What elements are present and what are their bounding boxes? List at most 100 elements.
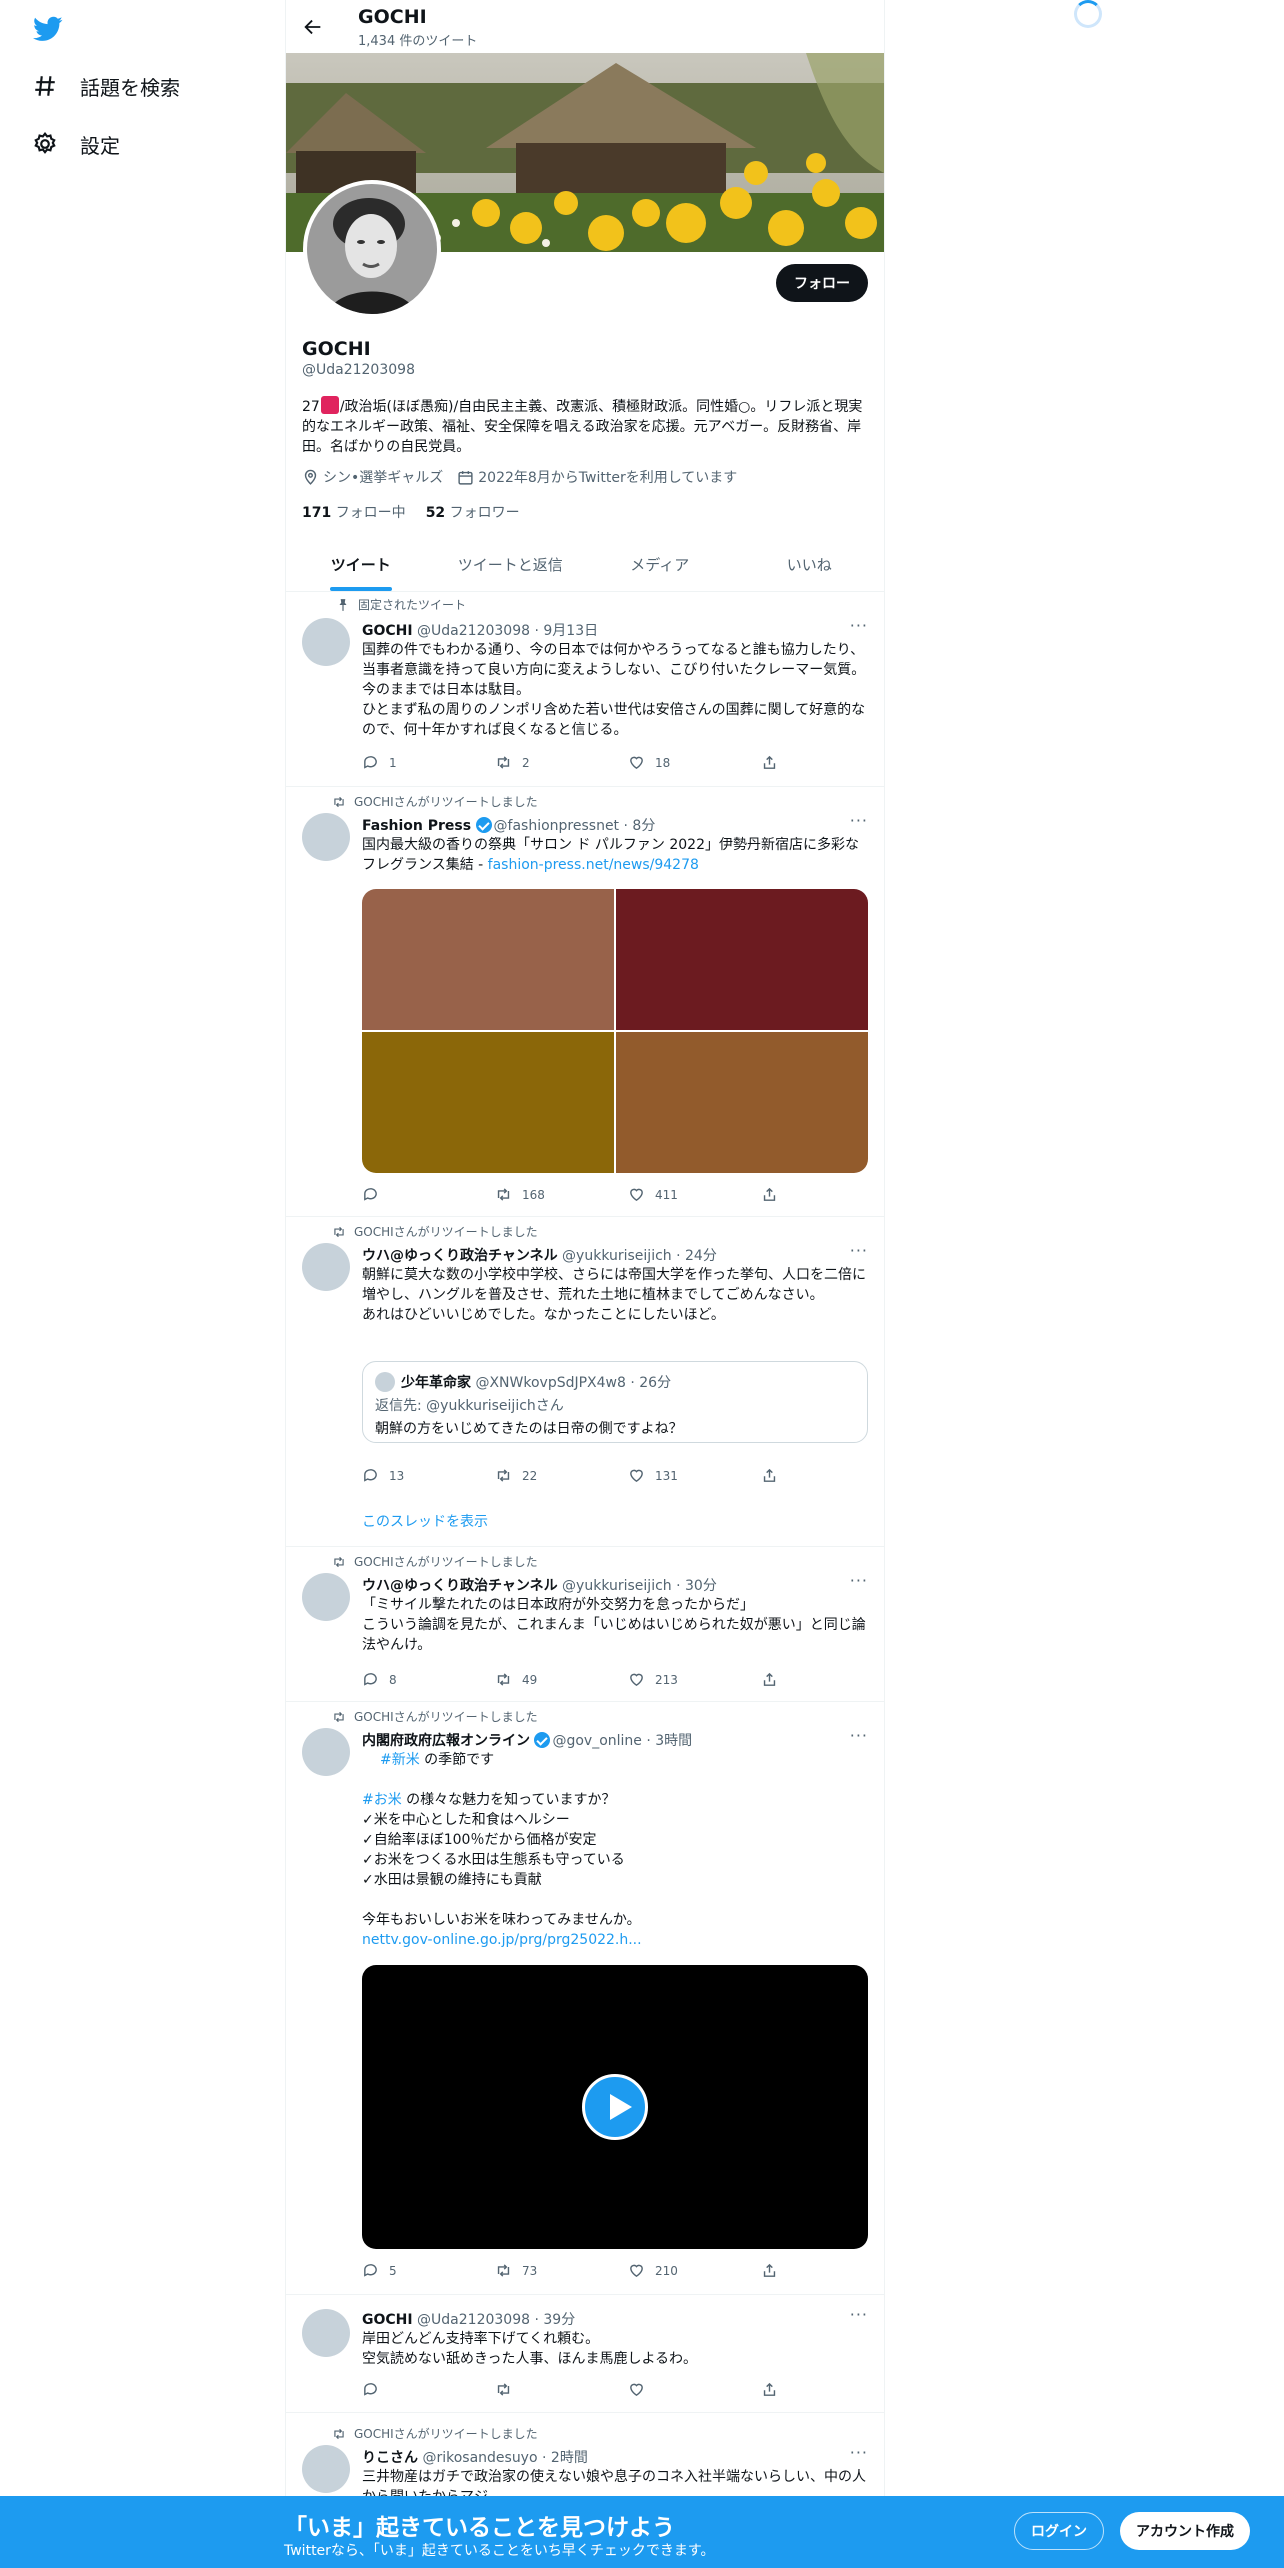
share-button[interactable] xyxy=(761,1467,781,1484)
nav-settings[interactable]: 設定 xyxy=(32,124,120,164)
reply-button[interactable]: 1 xyxy=(362,754,495,771)
like-button[interactable]: 411 xyxy=(628,1186,761,1203)
pin-icon xyxy=(339,598,347,611)
avatar[interactable] xyxy=(302,813,350,861)
retweet-icon xyxy=(497,1673,510,1686)
share-button[interactable] xyxy=(761,2262,781,2279)
tab-tweets[interactable]: ツイート xyxy=(286,538,436,591)
tweet-link[interactable]: nettv.gov-online.go.jp/prg/prg25022.h... xyxy=(362,1932,642,1948)
like-button[interactable]: 131 xyxy=(628,1467,761,1484)
like-button[interactable]: 213 xyxy=(628,1671,761,1688)
quote-avatar xyxy=(375,1372,395,1392)
more-options-icon[interactable]: ··· xyxy=(850,1571,868,1590)
avatar[interactable] xyxy=(302,2445,350,2493)
share-button[interactable] xyxy=(761,1671,781,1688)
tab-tweets-replies[interactable]: ツイートと返信 xyxy=(436,538,586,591)
avatar[interactable] xyxy=(302,618,350,666)
retweet-button[interactable]: 2 xyxy=(495,754,628,771)
reply-button[interactable] xyxy=(362,2381,495,2398)
retweet-button[interactable] xyxy=(495,2381,628,2398)
header-tweet-count: 1,434 件のツイート xyxy=(358,34,478,49)
tweet-link[interactable]: fashion-press.net/news/94278 xyxy=(488,857,699,873)
tab-likes[interactable]: いいね xyxy=(735,538,885,591)
more-options-icon[interactable]: ··· xyxy=(850,2443,868,2462)
following-link[interactable]: 171 フォロー中 xyxy=(302,502,406,522)
hashtag-icon xyxy=(35,76,55,96)
tweet-text: 「ミサイル撃たれたのは日本政府が外交努力を怠ったからだ」 こういう論調を見たが、… xyxy=(362,1597,866,1653)
avatar[interactable] xyxy=(302,1573,350,1621)
verified-badge-icon xyxy=(475,817,492,833)
tab-media[interactable]: メディア xyxy=(585,538,735,591)
retweet-button[interactable]: 22 xyxy=(495,1467,628,1484)
like-button[interactable]: 18 xyxy=(628,754,761,771)
tweet-context: GOCHIさんがリツイートしました xyxy=(332,2425,538,2442)
reply-button[interactable] xyxy=(362,1186,495,1203)
tweet-actions: 168 411 xyxy=(362,1186,782,1203)
female-sign-icon xyxy=(320,396,339,414)
nav-explore[interactable]: 話題を検索 xyxy=(32,66,180,106)
tweet-retweet[interactable]: GOCHIさんがリツイートしました Fashion Press @fashion… xyxy=(286,787,884,1217)
retweet-icon xyxy=(334,1556,344,1567)
retweet-icon xyxy=(497,1469,510,1482)
media-image[interactable] xyxy=(616,1032,868,1173)
show-thread-link[interactable]: このスレッドを表示 xyxy=(362,1511,488,1531)
tweet-retweet[interactable]: GOCHIさんがリツイートしました ウハ@ゆっくり政治チャンネル @yukkur… xyxy=(286,1217,884,1547)
tweet-text: 国内最大級の香りの祭典「サロン ド パルファン 2022」伊勢丹新宿店に多彩なフ… xyxy=(362,837,859,873)
media-image[interactable] xyxy=(616,889,868,1030)
profile-avatar[interactable] xyxy=(303,180,441,318)
followers-link[interactable]: 52 フォロワー xyxy=(426,502,520,522)
profile-column: GOCHI 1,434 件のツイート フォロー GOCHI @Uda212030… xyxy=(285,0,885,2568)
like-button[interactable] xyxy=(628,2381,761,2398)
share-button[interactable] xyxy=(761,2381,781,2398)
more-options-icon[interactable]: ··· xyxy=(850,811,868,830)
reply-icon xyxy=(364,1673,377,1686)
share-button[interactable] xyxy=(761,1186,781,1203)
tweet-actions: 5 73 210 xyxy=(362,2262,782,2279)
tweet-retweet[interactable]: GOCHIさんがリツイートしました ウハ@ゆっくり政治チャンネル @yukkur… xyxy=(286,1547,884,1702)
back-arrow-icon[interactable] xyxy=(302,16,324,38)
avatar[interactable] xyxy=(302,1243,350,1291)
retweet-button[interactable]: 73 xyxy=(495,2262,628,2279)
retweet-icon xyxy=(497,1188,510,1201)
tweet-context: GOCHIさんがリツイートしました xyxy=(332,1223,538,1240)
retweet-button[interactable]: 49 xyxy=(495,1671,628,1688)
heart-icon xyxy=(630,1188,643,1202)
more-options-icon[interactable]: ··· xyxy=(850,616,868,635)
login-button[interactable]: ログイン xyxy=(1014,2512,1104,2550)
follow-button[interactable]: フォロー xyxy=(776,264,868,302)
more-options-icon[interactable]: ··· xyxy=(850,2305,868,2324)
tweet-context: GOCHIさんがリツイートしました xyxy=(332,793,538,810)
more-options-icon[interactable]: ··· xyxy=(850,1241,868,1260)
avatar[interactable] xyxy=(302,1728,350,1776)
tweet[interactable]: GOCHI @Uda21203098 · 39分 ··· 岸田どんどん支持率下げ… xyxy=(286,2295,884,2413)
avatar[interactable] xyxy=(302,2309,350,2357)
media-image[interactable] xyxy=(362,889,614,1030)
loading-spinner-icon xyxy=(1074,0,1102,28)
hashtag-link[interactable]: #お米 xyxy=(362,1792,402,1808)
reply-button[interactable]: 5 xyxy=(362,2262,495,2279)
tweet-context: GOCHIさんがリツイートしました xyxy=(332,1553,538,1570)
video-player[interactable] xyxy=(362,1965,868,2249)
retweet-button[interactable]: 168 xyxy=(495,1186,628,1203)
signup-banner-subtitle: Twitterなら、「いま」起きていることをいち早くチェックできます。 xyxy=(284,2543,715,2559)
retweet-icon xyxy=(497,2264,510,2277)
share-button[interactable] xyxy=(761,754,781,771)
tweet-text: 岸田どんどん支持率下げてくれ頼む。 空気読めない舐めきった人事、ほんま馬鹿しよる… xyxy=(362,2331,698,2367)
more-options-icon[interactable]: ··· xyxy=(850,1726,868,1745)
signup-button[interactable]: アカウント作成 xyxy=(1120,2512,1250,2550)
play-button-icon[interactable] xyxy=(582,2074,648,2140)
like-button[interactable]: 210 xyxy=(628,2262,761,2279)
verified-badge-icon xyxy=(534,1732,551,1748)
reply-icon xyxy=(364,1469,377,1482)
heart-icon xyxy=(630,2264,643,2278)
tweet-header: りこさん @rikosandesuyo · 2時間 xyxy=(362,2450,588,2466)
tweet-pinned[interactable]: 固定されたツイート GOCHI @Uda21203098 · 9月13日 ···… xyxy=(286,592,884,787)
reply-button[interactable]: 8 xyxy=(362,1671,495,1688)
tweet-retweet[interactable]: GOCHIさんがリツイートしました 内閣府政府広報オンライン @gov_onli… xyxy=(286,1702,884,2295)
quoted-tweet[interactable]: 少年革命家 @XNWkovpSdJPX4w8 · 26分 返信先: @yukku… xyxy=(362,1361,868,1443)
hashtag-link[interactable]: #新米 xyxy=(380,1752,420,1768)
reply-button[interactable]: 13 xyxy=(362,1467,495,1484)
twitter-logo-icon[interactable] xyxy=(30,14,66,44)
media-image[interactable] xyxy=(362,1032,614,1173)
retweet-icon xyxy=(497,2383,510,2396)
